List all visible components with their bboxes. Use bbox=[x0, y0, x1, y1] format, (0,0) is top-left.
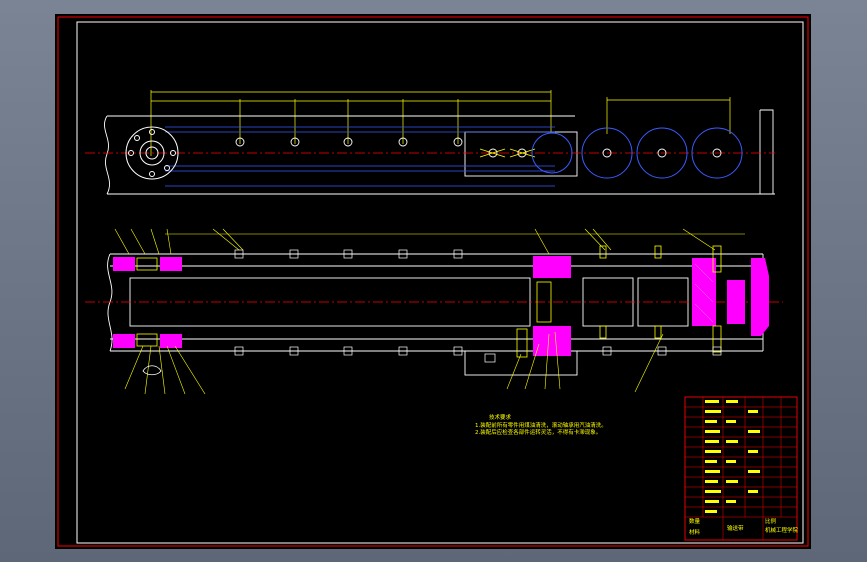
technical-notes: 技术要求 1.装配前所有零件用煤油清洗，滚动轴承用汽油清洗。 2.装配后应检查各… bbox=[475, 413, 607, 436]
drawing-title: 输送带 bbox=[727, 524, 744, 532]
front-frame bbox=[107, 253, 764, 376]
top-dimensions bbox=[150, 90, 731, 156]
cad-viewport: 技术要求 1.装配前所有零件用煤油清洗，滚动轴承用汽油清洗。 2.装配后应检查各… bbox=[0, 0, 867, 562]
top-bolts bbox=[235, 137, 536, 158]
title-block-labels: 输送带 机械工程学院 比例 数量 材料 bbox=[689, 517, 799, 536]
parts-list-grid bbox=[685, 397, 797, 540]
notes-line-2: 2.装配后应检查各部件运转灵活，不得有卡滞现象。 bbox=[475, 428, 601, 436]
notes-heading: 技术要求 bbox=[489, 413, 512, 421]
notes-line-1: 1.装配前所有零件用煤油清洗，滚动轴承用汽油清洗。 bbox=[475, 421, 607, 429]
scale-label: 比例 bbox=[765, 517, 777, 525]
material-label: 材料 bbox=[689, 528, 701, 536]
rail-bolts bbox=[234, 249, 722, 363]
front-view bbox=[85, 228, 783, 395]
section-hatch bbox=[113, 256, 769, 356]
drawing-sheet: 技术要求 1.装配前所有零件用煤油清洗，滚动轴承用汽油清洗。 2.装配后应检查各… bbox=[55, 14, 811, 549]
cad-drawing: 技术要求 1.装配前所有零件用煤油清洗，滚动轴承用汽油清洗。 2.装配后应检查各… bbox=[57, 16, 809, 547]
motor-foot bbox=[142, 365, 162, 376]
top-hidden-lines bbox=[165, 126, 555, 187]
company-name: 机械工程学院 bbox=[765, 526, 799, 534]
top-view bbox=[85, 90, 775, 195]
qty-label: 数量 bbox=[689, 517, 701, 525]
title-block: 输送带 机械工程学院 比例 数量 材料 bbox=[684, 396, 799, 541]
top-body-outline bbox=[104, 109, 775, 195]
